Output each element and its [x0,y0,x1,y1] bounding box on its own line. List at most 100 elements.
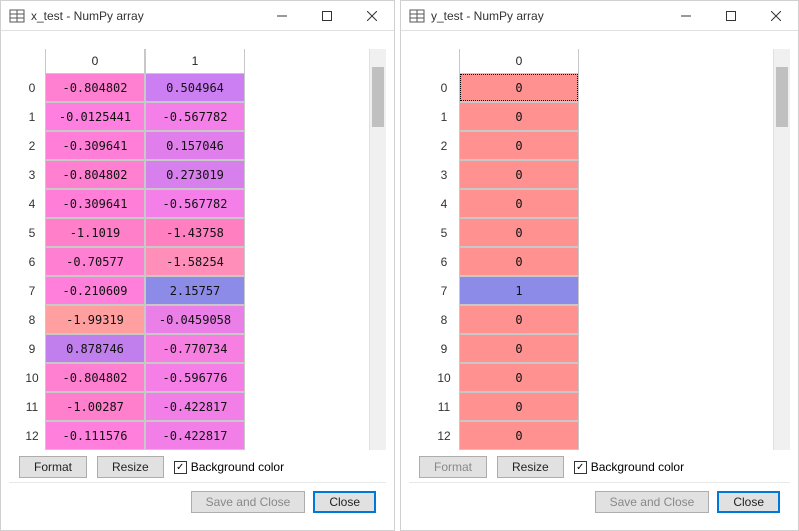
row-header[interactable]: 10 [429,363,459,392]
grid-cell[interactable]: 0 [459,131,579,160]
row-header[interactable]: 12 [19,421,45,450]
resize-button[interactable]: Resize [497,456,564,478]
close-button[interactable]: Close [313,491,376,513]
grid-cell[interactable]: -0.804802 [45,160,145,189]
row-header[interactable]: 9 [429,334,459,363]
grid-cell[interactable]: -1.99319 [45,305,145,334]
format-button[interactable]: Format [19,456,87,478]
row-header[interactable]: 1 [19,102,45,131]
grid-cell[interactable]: -0.309641 [45,131,145,160]
grid-cell[interactable]: 0 [459,363,579,392]
grid-cell[interactable]: 1 [459,276,579,305]
grid-cell[interactable]: 0.504964 [145,73,245,102]
grid-cell[interactable]: -1.43758 [145,218,245,247]
grid-cell[interactable]: 0 [459,189,579,218]
background-color-checkbox[interactable]: ✓ Background color [574,460,684,474]
grid-cell[interactable]: 0 [459,218,579,247]
mid-toolbar: Format Resize ✓ Background color [9,450,386,482]
row-header[interactable]: 10 [19,363,45,392]
minimize-button[interactable] [259,1,304,31]
checkbox-box-icon: ✓ [174,461,187,474]
row-header[interactable]: 7 [429,276,459,305]
row-header[interactable]: 8 [19,305,45,334]
grid-cell[interactable]: -0.70577 [45,247,145,276]
grid-cell[interactable]: -0.596776 [145,363,245,392]
save-and-close-button[interactable]: Save and Close [595,491,710,513]
grid-cell[interactable]: -0.111576 [45,421,145,450]
checkbox-label: Background color [191,460,284,474]
array-grid[interactable]: 000102030405060718090100110120 [429,49,579,450]
maximize-button[interactable] [708,1,753,31]
array-grid[interactable]: 010-0.8048020.5049641-0.0125441-0.567782… [19,49,245,450]
row-header[interactable]: 7 [19,276,45,305]
grid-cell[interactable]: -0.0459058 [145,305,245,334]
checkbox-box-icon: ✓ [574,461,587,474]
row-header[interactable]: 6 [429,247,459,276]
background-color-checkbox[interactable]: ✓ Background color [174,460,284,474]
grid-cell[interactable]: -0.309641 [45,189,145,218]
row-header[interactable]: 1 [429,102,459,131]
row-header[interactable]: 11 [19,392,45,421]
checkbox-label: Background color [591,460,684,474]
grid-cell[interactable]: -0.770734 [145,334,245,363]
grid-cell[interactable]: 2.15757 [145,276,245,305]
column-header[interactable]: 0 [459,49,579,73]
grid-cell[interactable]: -0.804802 [45,363,145,392]
titlebar[interactable]: y_test - NumPy array [401,1,798,31]
grid-cell[interactable]: 0 [459,421,579,450]
minimize-button[interactable] [663,1,708,31]
row-header[interactable]: 8 [429,305,459,334]
grid-cell[interactable]: 0.878746 [45,334,145,363]
grid-cell[interactable]: -0.804802 [45,73,145,102]
grid-cell[interactable]: -1.00287 [45,392,145,421]
vertical-scrollbar[interactable] [773,49,790,450]
grid-cell[interactable]: 0 [459,247,579,276]
vertical-scrollbar[interactable] [369,49,386,450]
row-header[interactable]: 4 [19,189,45,218]
grid-cell[interactable]: 0 [459,160,579,189]
scrollbar-thumb[interactable] [372,67,384,127]
row-header[interactable]: 3 [19,160,45,189]
grid-cell[interactable]: 0 [459,73,579,102]
close-button[interactable]: Close [717,491,780,513]
column-header[interactable]: 0 [45,49,145,73]
grid-cell[interactable]: 0.273019 [145,160,245,189]
format-button[interactable]: Format [419,456,487,478]
grid-cell[interactable]: -0.422817 [145,392,245,421]
grid-cell[interactable]: 0 [459,334,579,363]
row-header[interactable]: 2 [19,131,45,160]
row-header[interactable]: 3 [429,160,459,189]
row-header[interactable]: 4 [429,189,459,218]
row-header[interactable]: 9 [19,334,45,363]
row-header[interactable]: 2 [429,131,459,160]
grid-cell[interactable]: -0.567782 [145,189,245,218]
close-window-button[interactable] [349,1,394,31]
grid-cell[interactable]: -0.567782 [145,102,245,131]
save-and-close-button[interactable]: Save and Close [191,491,306,513]
resize-button[interactable]: Resize [97,456,164,478]
row-header[interactable]: 5 [429,218,459,247]
row-header[interactable]: 0 [19,73,45,102]
scrollbar-thumb[interactable] [776,67,788,127]
grid-corner [19,49,45,73]
window-title: x_test - NumPy array [31,9,144,23]
maximize-button[interactable] [304,1,349,31]
grid-cell[interactable]: 0 [459,392,579,421]
titlebar[interactable]: x_test - NumPy array [1,1,394,31]
row-header[interactable]: 5 [19,218,45,247]
close-window-button[interactable] [753,1,798,31]
grid-cell[interactable]: 0 [459,102,579,131]
row-header[interactable]: 11 [429,392,459,421]
grid-cell[interactable]: 0.157046 [145,131,245,160]
row-header[interactable]: 6 [19,247,45,276]
window-title: y_test - NumPy array [431,9,544,23]
grid-cell[interactable]: -0.0125441 [45,102,145,131]
grid-cell[interactable]: -1.58254 [145,247,245,276]
column-header[interactable]: 1 [145,49,245,73]
grid-cell[interactable]: -1.1019 [45,218,145,247]
grid-cell[interactable]: -0.210609 [45,276,145,305]
row-header[interactable]: 0 [429,73,459,102]
grid-cell[interactable]: -0.422817 [145,421,245,450]
grid-cell[interactable]: 0 [459,305,579,334]
row-header[interactable]: 12 [429,421,459,450]
